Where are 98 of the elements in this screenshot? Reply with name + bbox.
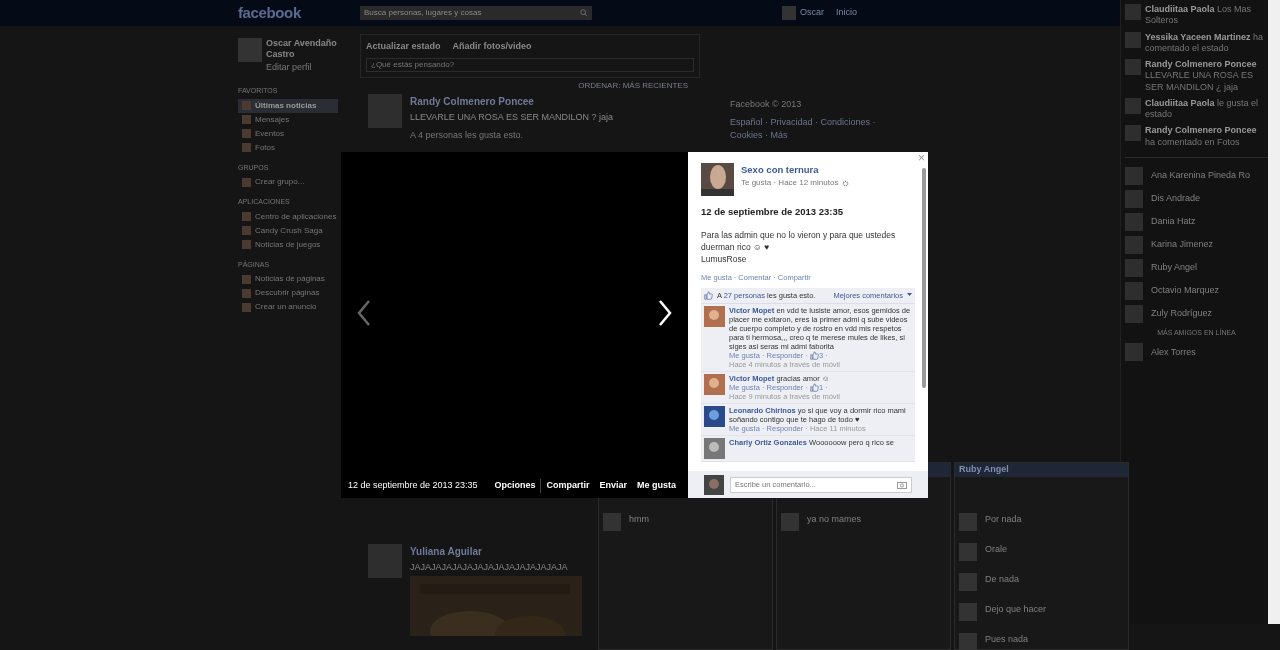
chat-message: De nada [985,573,1020,586]
avatar [1125,59,1141,75]
ticker-story[interactable]: Claudiitaa Paola le gusta el estado [1145,97,1268,121]
photo-action[interactable]: Opciones [489,479,542,493]
camera-icon[interactable] [897,480,907,489]
avatar [1125,304,1143,323]
post-text: JAJAJAJAJAJAJAJAJAJAJAJAJAJAJA [410,560,568,574]
avatar [1125,212,1143,231]
chat-message: ya no mames [807,513,862,526]
chat-contact[interactable]: Karina Jimenez [1125,235,1268,254]
post-author[interactable]: Yuliana Aguilar [410,543,482,559]
avatar [368,93,402,128]
avatar [959,543,977,561]
avatar [603,513,621,531]
avatar [1125,97,1141,114]
chat-contact[interactable]: Alex Torres [1125,343,1268,362]
ticker-story[interactable]: Yessika Yaceen Martinez ha comentado el estado [1145,31,1268,54]
scrollbar[interactable] [922,168,926,388]
profile-name[interactable]: Oscar Avendaño Castro [266,38,338,61]
chat-message: hmm [629,513,649,526]
chat-window-header[interactable]: Ruby Angel [955,463,1128,477]
home-link[interactable]: Inicio [836,6,858,20]
sidebar-item[interactable]: Candy Crush Saga [238,223,338,238]
composer-tab[interactable]: Añadir fotos/video [452,40,532,54]
chat-message: Pues nada [985,633,1029,646]
logo[interactable]: facebook [238,1,360,25]
sidebar-item[interactable]: Crear grupo... [238,175,338,189]
avatar [1125,31,1141,48]
sidebar-item[interactable]: Centro de aplicaciones [238,209,338,224]
composer-tab[interactable]: Actualizar estado [366,40,441,54]
chat-message: Dejo que hacer [985,603,1047,616]
chat-contact[interactable]: Octavio Marquez [1125,281,1268,300]
caption: Para las admin que no lo vieron y para que ustedes duerman rico ☺ ♥ [701,229,897,254]
avatar [959,513,977,531]
sidebar-item[interactable]: Mensajes [238,112,338,127]
avatar [1125,258,1143,277]
edit-profile-link[interactable]: Editar perfil [266,60,338,74]
sidebar-item[interactable]: Descubrir páginas [238,286,338,300]
post-text: LLEVARLE UNA ROSA ES SER MANDILON ? jaja [410,110,613,124]
ticker-story[interactable]: Randy Colmenero Poncee ha comentado en Fotos [1145,125,1268,148]
chat-contact[interactable]: Zuly Rodríguez [1125,304,1268,323]
footer-links[interactable]: Español · Privacidad · Condiciones · Cookies · Más [730,115,910,143]
thumbs-up-icon [809,382,819,392]
thumbs-up-icon [809,350,819,360]
photo-action[interactable]: Enviar [594,479,632,493]
avatar [1125,4,1141,20]
commenter-avatar [704,305,725,327]
chat-message: Orale [985,543,1007,556]
caret-icon [907,293,912,298]
sidebar-item[interactable]: Noticias de juegos [238,237,338,252]
avatar [1125,343,1143,362]
sidebar-item[interactable]: Eventos [238,126,338,141]
page-name[interactable]: Sexo con ternura [741,163,850,178]
page-meta: Te gusta · Hace 12 minutos [741,177,839,190]
commenter-avatar [704,373,725,395]
chat-message: Por nada [985,513,1022,526]
avatar [368,543,402,578]
scrollbar[interactable] [1268,0,1280,624]
caption-signature: LumusRose [701,253,747,266]
avatar [1125,166,1143,185]
chat-contact[interactable]: Ana Karenina Pineda Ro [1125,166,1268,185]
photo-action[interactable]: Compartir [541,479,595,493]
avatar [1125,189,1143,208]
ticker-story[interactable]: Claudiitaa Paola Los Mas Solteros [1145,4,1268,27]
settings-icon[interactable] [842,179,850,187]
sort-link[interactable]: ORDENAR: MÁS RECIENTES [578,79,688,92]
user-avatar [704,474,724,495]
photo-date: 12 de septiembre de 2013 23:35 [348,479,478,493]
chat-contact[interactable]: Ruby Angel [1125,258,1268,277]
avatar [959,603,977,621]
chat-contact[interactable]: Dis Andrade [1125,189,1268,208]
likes-summary: A 4 personas les gusta esto. [410,129,524,142]
avatar [782,6,796,20]
commenter-avatar [704,437,725,459]
app-icon [242,177,251,187]
status-field[interactable]: ¿Qué estás pensando? [366,57,694,72]
avatar [781,513,799,531]
chat-contact[interactable]: Dania Hatz [1125,212,1268,231]
post-date-title: 12 de septiembre de 2013 23:35 [701,205,845,219]
sidebar-item[interactable]: Noticias de páginas [238,272,338,286]
search-field[interactable]: Busca personas, lugares y cosas [360,6,592,20]
ticker-story[interactable]: Randy Colmenero Poncee LLEVARLE UNA ROSA ES SER MANDILON ¿ jaja [1145,59,1268,93]
sidebar-item[interactable]: Últimas noticias [238,98,338,113]
commenter-avatar [704,405,725,427]
close-button[interactable]: × [918,152,925,164]
avatar [238,38,262,62]
copyright: Facebook © 2013 [730,98,803,111]
profile-link[interactable]: Oscar [800,6,824,20]
avatar [1125,235,1143,254]
photo-action[interactable]: Me gusta [632,479,681,493]
avatar [959,573,977,591]
thumbs-up-icon [704,290,713,300]
sidebar-item[interactable]: Crear un anuncio [238,300,338,314]
avatar [1125,125,1141,142]
post-author[interactable]: Randy Colmenero Poncee [410,93,534,109]
avatar [1125,281,1143,300]
sidebar-item[interactable]: Fotos [238,140,338,155]
search-icon [580,9,588,17]
